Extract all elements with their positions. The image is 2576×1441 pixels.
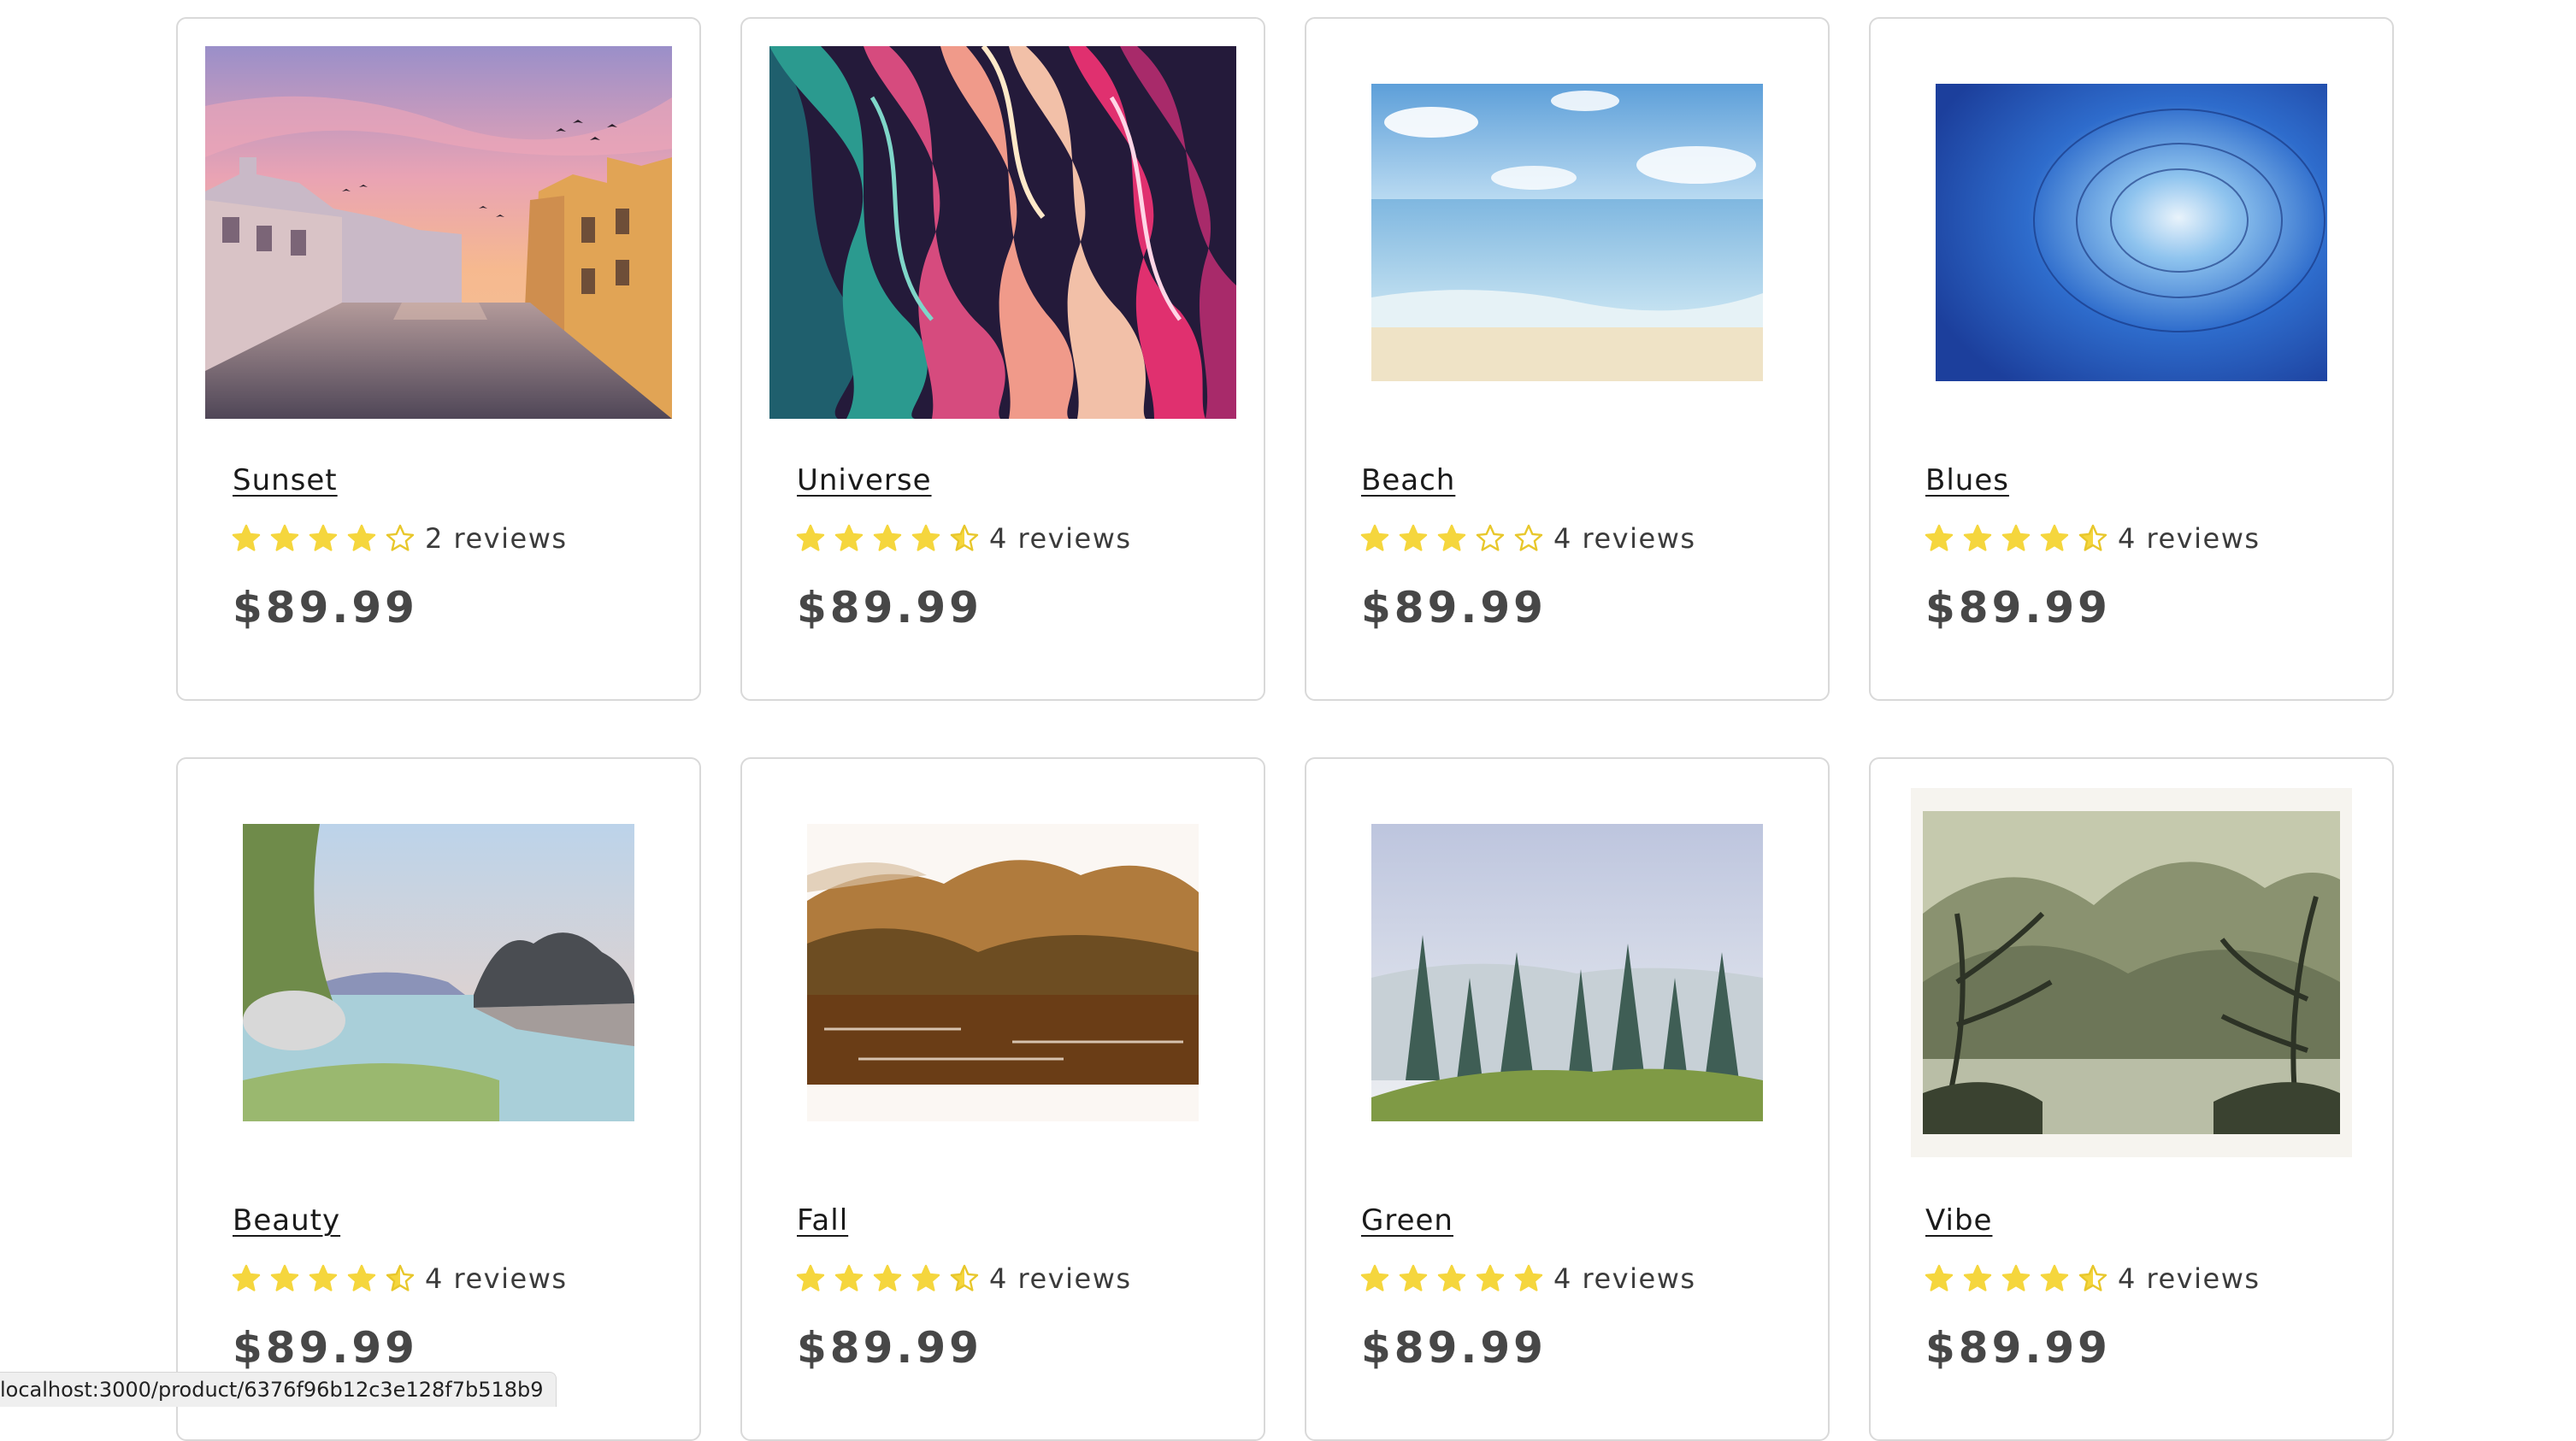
star-rating: 4 reviews xyxy=(795,518,1132,559)
product-price: $89.99 xyxy=(1925,1323,2111,1373)
star-full-icon xyxy=(911,1264,940,1291)
product-title-link[interactable]: Fall xyxy=(797,1203,848,1238)
product-card[interactable]: Fall 4 reviews $89.99 xyxy=(740,757,1265,1441)
star-full-icon xyxy=(873,524,902,551)
star-rating: 4 reviews xyxy=(1924,518,2261,559)
star-full-icon xyxy=(1963,1264,1992,1291)
star-full-icon xyxy=(347,524,376,551)
star-half-icon xyxy=(2078,1264,2107,1291)
star-full-icon xyxy=(309,1264,338,1291)
product-title-link[interactable]: Green xyxy=(1361,1203,1453,1238)
review-count: 4 reviews xyxy=(2118,522,2261,555)
star-full-icon xyxy=(1360,524,1389,551)
star-full-icon xyxy=(796,1264,825,1291)
product-title-link[interactable]: Sunset xyxy=(233,463,338,497)
product-card[interactable]: Blues 4 reviews $89.99 xyxy=(1869,17,2394,701)
star-full-icon xyxy=(2040,1264,2069,1291)
star-empty-icon xyxy=(1514,524,1543,551)
review-count: 4 reviews xyxy=(1553,1262,1696,1295)
review-count: 2 reviews xyxy=(425,522,568,555)
product-image[interactable] xyxy=(205,46,672,419)
product-card[interactable]: Sunset 2 reviews $89.99 xyxy=(176,17,701,701)
product-image[interactable] xyxy=(807,824,1199,1121)
product-price: $89.99 xyxy=(233,583,418,632)
product-image[interactable] xyxy=(1371,824,1763,1121)
star-rating: 4 reviews xyxy=(1924,1258,2261,1299)
star-full-icon xyxy=(309,524,338,551)
product-image[interactable] xyxy=(243,824,634,1121)
product-price: $89.99 xyxy=(1361,583,1547,632)
star-full-icon xyxy=(2001,524,2031,551)
star-full-icon xyxy=(1437,1264,1466,1291)
review-count: 4 reviews xyxy=(2118,1262,2261,1295)
product-image-wrap[interactable] xyxy=(1334,46,1801,419)
product-title-link[interactable]: Universe xyxy=(797,463,932,497)
product-price: $89.99 xyxy=(797,1323,982,1373)
product-card[interactable]: Beach 4 reviews $89.99 xyxy=(1305,17,1830,701)
star-half-icon xyxy=(950,524,979,551)
star-rating: 2 reviews xyxy=(231,518,568,559)
star-half-icon xyxy=(950,1264,979,1291)
star-full-icon xyxy=(2040,524,2069,551)
star-full-icon xyxy=(873,1264,902,1291)
star-rating: 4 reviews xyxy=(231,1258,568,1299)
product-title-link[interactable]: Beach xyxy=(1361,463,1455,497)
product-title-link[interactable]: Beauty xyxy=(233,1203,340,1238)
star-rating: 4 reviews xyxy=(1359,1258,1696,1299)
star-full-icon xyxy=(1437,524,1466,551)
star-empty-icon xyxy=(1476,524,1505,551)
star-full-icon xyxy=(347,1264,376,1291)
star-full-icon xyxy=(1399,524,1428,551)
star-full-icon xyxy=(796,524,825,551)
star-full-icon xyxy=(911,524,940,551)
product-price: $89.99 xyxy=(1925,583,2111,632)
star-half-icon xyxy=(2078,524,2107,551)
star-full-icon xyxy=(1925,524,1954,551)
star-full-icon xyxy=(834,1264,864,1291)
product-title-link[interactable]: Blues xyxy=(1925,463,2009,497)
product-image-wrap[interactable] xyxy=(1898,786,2365,1159)
product-card[interactable]: Vibe 4 reviews $89.99 xyxy=(1869,757,2394,1441)
product-image[interactable] xyxy=(1936,84,2327,381)
product-image-wrap[interactable] xyxy=(1334,786,1801,1159)
review-count: 4 reviews xyxy=(989,1262,1132,1295)
star-rating: 4 reviews xyxy=(795,1258,1132,1299)
star-full-icon xyxy=(1963,524,1992,551)
star-empty-icon xyxy=(386,524,415,551)
star-half-icon xyxy=(386,1264,415,1291)
star-full-icon xyxy=(232,1264,261,1291)
star-full-icon xyxy=(1925,1264,1954,1291)
review-count: 4 reviews xyxy=(989,522,1132,555)
product-image-wrap[interactable] xyxy=(205,786,672,1159)
product-image-wrap[interactable] xyxy=(769,46,1236,419)
link-status-bar: localhost:3000/product/6376f96b12c3e128f… xyxy=(0,1372,557,1407)
star-full-icon xyxy=(1360,1264,1389,1291)
product-image[interactable] xyxy=(769,46,1236,419)
star-full-icon xyxy=(270,524,299,551)
star-full-icon xyxy=(1514,1264,1543,1291)
product-card[interactable]: Universe 4 reviews $89.99 xyxy=(740,17,1265,701)
product-image-wrap[interactable] xyxy=(205,46,672,419)
star-full-icon xyxy=(834,524,864,551)
product-price: $89.99 xyxy=(1361,1323,1547,1373)
star-rating: 4 reviews xyxy=(1359,518,1696,559)
review-count: 4 reviews xyxy=(425,1262,568,1295)
star-full-icon xyxy=(2001,1264,2031,1291)
product-image[interactable] xyxy=(1923,811,2340,1134)
star-full-icon xyxy=(1399,1264,1428,1291)
product-title-link[interactable]: Vibe xyxy=(1925,1203,1992,1238)
star-full-icon xyxy=(270,1264,299,1291)
product-image-wrap[interactable] xyxy=(769,786,1236,1159)
product-card[interactable]: Beauty 4 reviews $89.99 xyxy=(176,757,701,1441)
product-image-wrap[interactable] xyxy=(1898,46,2365,419)
product-grid: Sunset 2 reviews $89.99 Universe 4 revie… xyxy=(176,17,2394,1441)
review-count: 4 reviews xyxy=(1553,522,1696,555)
image-frame xyxy=(1911,788,2352,1157)
product-card[interactable]: Green 4 reviews $89.99 xyxy=(1305,757,1830,1441)
product-price: $89.99 xyxy=(233,1323,418,1373)
star-full-icon xyxy=(232,524,261,551)
star-full-icon xyxy=(1476,1264,1505,1291)
product-image[interactable] xyxy=(1371,84,1763,381)
product-price: $89.99 xyxy=(797,583,982,632)
